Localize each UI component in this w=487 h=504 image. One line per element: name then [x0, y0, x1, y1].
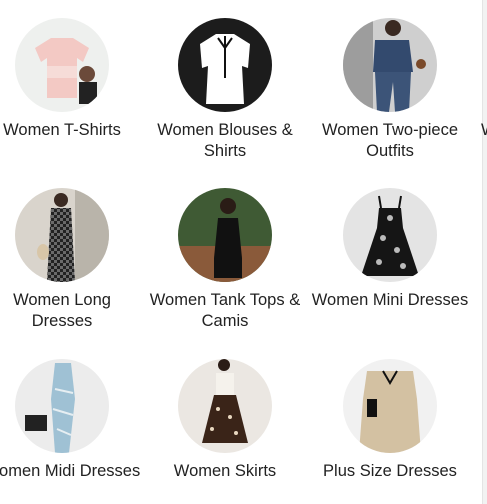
blouse-product-icon: [178, 18, 272, 112]
category-label: Plus Size Dresses: [323, 462, 457, 480]
category-label: Women Mini Dresses: [311, 291, 469, 309]
category-label: Women Blouses & Shirts: [157, 121, 293, 160]
category-women-skirts[interactable]: Women Skirts: [145, 359, 305, 482]
long-dress-icon: [15, 188, 109, 282]
category-label: Women T-Shirts: [3, 121, 121, 139]
next-category-label-clipped[interactable]: W: [481, 121, 487, 140]
category-label: Women Midi Dresses: [0, 462, 141, 480]
tshirt-product-icon: [15, 18, 109, 112]
plus-size-dress-icon: [343, 359, 437, 453]
two-piece-outfit-icon: [343, 18, 437, 112]
category-women-t-shirts[interactable]: Women T-Shirts: [0, 18, 142, 141]
category-plus-size-dresses[interactable]: Plus Size Dresses: [310, 359, 470, 482]
skirt-icon: [178, 359, 272, 453]
mini-dress-icon: [343, 188, 437, 282]
category-women-blouses-shirts[interactable]: Women Blouses & Shirts: [145, 18, 305, 162]
category-label: Women Two-piece Outfits: [321, 121, 459, 160]
midi-dress-icon: [15, 359, 109, 453]
category-women-two-piece-outfits[interactable]: Women Two-piece Outfits: [310, 18, 470, 162]
category-women-long-dresses[interactable]: Women Long Dresses: [0, 188, 142, 332]
category-label: Women Tank Tops & Camis: [149, 291, 301, 330]
tank-top-icon: [178, 188, 272, 282]
category-label: Women Long Dresses: [13, 291, 111, 330]
category-women-tank-tops-camis[interactable]: Women Tank Tops & Camis: [145, 188, 305, 332]
scrollbar[interactable]: [482, 0, 487, 504]
category-women-midi-dresses[interactable]: Women Midi Dresses: [0, 359, 142, 482]
category-label: Women Skirts: [173, 462, 277, 480]
category-women-mini-dresses[interactable]: Women Mini Dresses: [310, 188, 470, 311]
